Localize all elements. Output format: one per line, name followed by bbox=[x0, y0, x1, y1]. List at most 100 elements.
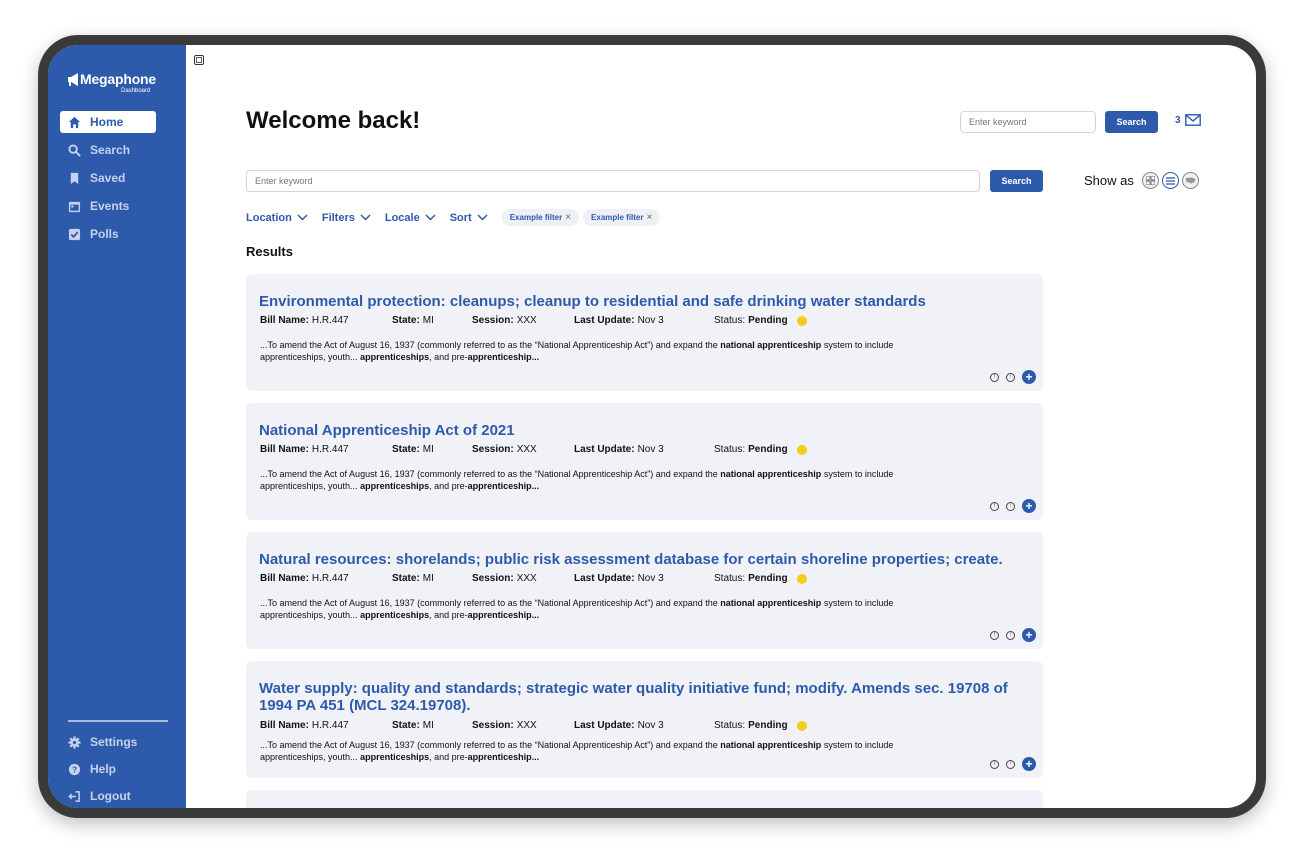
bill-title[interactable]: National Apprenticeship Act of 2021 bbox=[259, 422, 1034, 439]
last-update-label: Last Update: bbox=[574, 573, 635, 584]
last-update-value: Nov 3 bbox=[637, 573, 664, 584]
sort-dropdown[interactable]: Sort bbox=[450, 212, 488, 224]
state-value: MI bbox=[422, 573, 434, 584]
brand-logo[interactable]: Megaphone Dashboard bbox=[68, 71, 178, 101]
view-switcher: Show as bbox=[1084, 172, 1199, 189]
add-icon[interactable]: + bbox=[1022, 757, 1036, 771]
checkbox-icon bbox=[68, 228, 81, 240]
session-value: XXX bbox=[516, 720, 537, 731]
state-label: State: bbox=[392, 573, 420, 584]
sidebar-bottom-nav: Settings ? Help Logout bbox=[60, 731, 170, 808]
share-icon[interactable]: ↑ bbox=[1006, 372, 1015, 382]
add-icon[interactable]: + bbox=[1022, 370, 1036, 384]
result-card[interactable]: National Apprenticeship Act of 2021 Bill… bbox=[246, 403, 1043, 520]
excerpt-highlight: apprenticeship... bbox=[467, 351, 540, 362]
sidebar-item-search[interactable]: Search bbox=[60, 139, 156, 161]
close-icon[interactable]: × bbox=[565, 212, 571, 223]
sidebar-item-polls[interactable]: Polls bbox=[60, 223, 156, 245]
sidebar-item-label: Saved bbox=[90, 171, 126, 185]
add-icon[interactable]: + bbox=[1022, 499, 1036, 513]
bookmark-icon bbox=[70, 172, 79, 184]
locale-dropdown[interactable]: Locale bbox=[385, 212, 436, 224]
status-label: Status: bbox=[714, 720, 746, 731]
sidebar-item-label: Home bbox=[90, 115, 124, 129]
search-input[interactable] bbox=[246, 170, 980, 192]
brand-name: Megaphone bbox=[80, 71, 156, 87]
sidebar-item-home[interactable]: Home bbox=[60, 111, 156, 133]
device-frame: Megaphone Dashboard Home Search Saved Ev… bbox=[38, 35, 1266, 818]
results-heading: Results bbox=[246, 244, 293, 259]
bill-name-label: Bill Name: bbox=[260, 444, 309, 455]
sidebar-item-label: Logout bbox=[90, 789, 131, 803]
share-icon[interactable]: ↑ bbox=[1006, 630, 1015, 640]
info-icon[interactable]: ! bbox=[990, 501, 999, 511]
state-label: State: bbox=[392, 315, 420, 326]
session-label: Session: bbox=[472, 720, 514, 731]
result-card[interactable]: Environmental protection: cleanups; clea… bbox=[246, 274, 1043, 391]
filter-bar: Location Filters Locale Sort Example fil… bbox=[246, 209, 664, 226]
info-icon[interactable]: ! bbox=[990, 372, 999, 382]
bill-title[interactable]: Natural resources: shorelands; public ri… bbox=[259, 551, 1034, 568]
sidebar-item-label: Events bbox=[90, 199, 130, 213]
filter-chip[interactable]: Example filter × bbox=[501, 209, 580, 226]
bill-name-value: H.R.447 bbox=[311, 444, 349, 455]
excerpt-highlight: apprenticeships bbox=[360, 751, 430, 762]
list-view-icon bbox=[1165, 176, 1175, 185]
close-icon[interactable]: × bbox=[647, 212, 653, 223]
map-view-icon bbox=[1185, 177, 1196, 184]
status-value: Pending bbox=[748, 444, 788, 455]
results-list: Environmental protection: cleanups; clea… bbox=[246, 274, 1043, 808]
add-icon[interactable]: + bbox=[1022, 628, 1036, 642]
session-value: XXX bbox=[516, 315, 537, 326]
megaphone-icon bbox=[68, 73, 78, 86]
excerpt-highlight: national apprenticeship bbox=[720, 740, 822, 750]
card-actions: ! ↑ + bbox=[990, 370, 1036, 384]
session-value: XXX bbox=[516, 444, 537, 455]
last-update-value: Nov 3 bbox=[637, 444, 664, 455]
map-view-button[interactable] bbox=[1181, 172, 1199, 189]
state-value: MI bbox=[422, 720, 434, 731]
list-view-button[interactable] bbox=[1161, 172, 1179, 189]
sidebar-item-help[interactable]: ? Help bbox=[60, 758, 170, 780]
info-icon[interactable]: ! bbox=[990, 630, 999, 640]
bill-title[interactable]: Environmental protection: cleanups; clea… bbox=[259, 293, 1034, 310]
location-dropdown[interactable]: Location bbox=[246, 212, 308, 224]
result-card[interactable]: Water supply: quality and standards; str… bbox=[246, 661, 1043, 778]
excerpt-text: , and pre- bbox=[429, 751, 468, 762]
bill-title[interactable]: Water supply: quality and standards; str… bbox=[259, 680, 1034, 714]
sidebar-item-logout[interactable]: Logout bbox=[60, 785, 170, 807]
sidebar-item-events[interactable]: Events bbox=[60, 195, 156, 217]
filter-chip[interactable]: Example filter × bbox=[583, 209, 661, 226]
chevron-down-icon bbox=[425, 214, 436, 221]
info-icon[interactable]: ! bbox=[990, 759, 999, 769]
sidebar-nav: Home Search Saved Events Polls bbox=[60, 111, 156, 251]
result-card[interactable]: Natural resources: shorelands; public ri… bbox=[246, 532, 1043, 649]
sidebar-item-settings[interactable]: Settings bbox=[60, 731, 170, 753]
search-button[interactable]: Search bbox=[990, 170, 1043, 192]
bill-meta: Bill Name: H.R.447 State: MI Session: XXX L… bbox=[260, 573, 807, 584]
excerpt-text: ...To amend the Act of August 16, 1937 (… bbox=[260, 740, 721, 750]
share-icon[interactable]: ↑ bbox=[1006, 501, 1015, 511]
header-search-button[interactable]: Search bbox=[1105, 111, 1158, 133]
excerpt-text: , and pre- bbox=[429, 609, 468, 620]
sidebar-item-saved[interactable]: Saved bbox=[60, 167, 156, 189]
result-card[interactable] bbox=[246, 790, 1043, 808]
dropdown-label: Location bbox=[246, 211, 292, 224]
share-icon[interactable]: ↑ bbox=[1006, 759, 1015, 769]
sidebar-item-label: Settings bbox=[90, 735, 138, 749]
collapse-sidebar-icon[interactable] bbox=[194, 55, 204, 65]
excerpt-highlight: apprenticeship... bbox=[467, 751, 540, 762]
grid-view-button[interactable] bbox=[1141, 172, 1159, 189]
message-count: 3 bbox=[1175, 114, 1181, 126]
brand-subtitle: Dashboard bbox=[121, 88, 151, 94]
messages-button[interactable]: 3 bbox=[1175, 114, 1201, 126]
excerpt-highlight: national apprenticeship bbox=[720, 340, 822, 350]
mail-icon bbox=[1184, 114, 1201, 126]
search-icon bbox=[68, 143, 81, 157]
session-label: Session: bbox=[472, 573, 514, 584]
header-search-input[interactable] bbox=[960, 111, 1096, 133]
status-dot bbox=[796, 315, 807, 326]
state-value: MI bbox=[422, 444, 434, 455]
home-icon bbox=[68, 116, 81, 128]
filters-dropdown[interactable]: Filters bbox=[322, 212, 371, 224]
